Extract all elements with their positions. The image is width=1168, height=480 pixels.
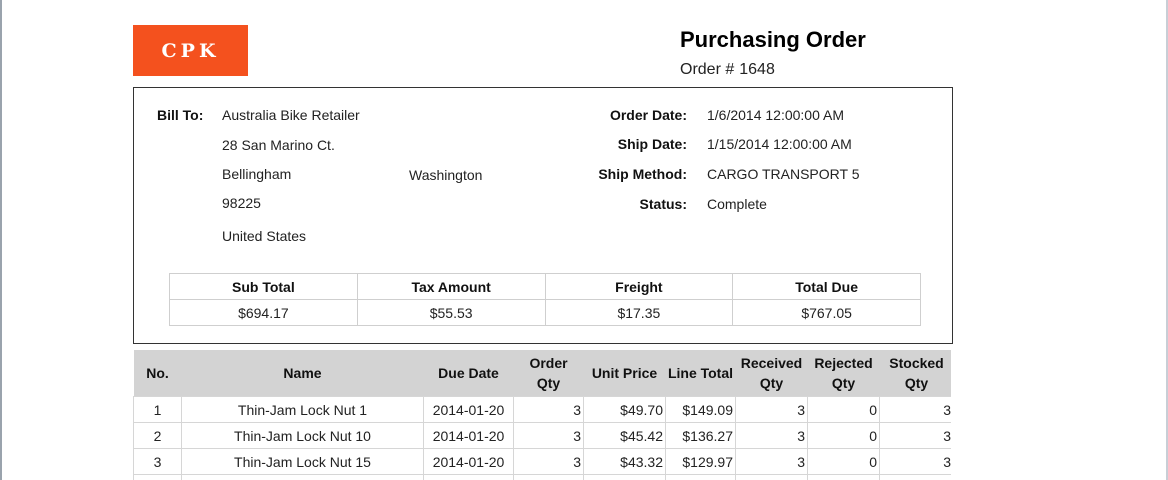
row-rejected-qty: 0 <box>807 448 880 475</box>
window-left-edge <box>0 0 2 480</box>
col-line-total-header: Line Total <box>665 350 736 397</box>
bill-to-street: 28 San Marino Ct. <box>222 137 335 153</box>
row-name <box>181 474 424 480</box>
row-received-qty: 3 <box>735 422 808 449</box>
row-unit-price <box>583 474 666 480</box>
row-order-qty: 3 <box>513 422 584 449</box>
row-due-date: 2014-01-20 <box>423 448 514 475</box>
line-items-table: No. Name Due Date Order Qty Unit Price Li… <box>133 350 951 480</box>
order-date-label: Order Date: <box>609 107 687 123</box>
row-line-total: $136.27 <box>665 422 736 449</box>
row-rejected-qty: 0 <box>807 422 880 449</box>
col-order-qty-line2: Qty <box>536 375 561 391</box>
row-received-qty <box>735 474 808 480</box>
col-received-qty-header: Received Qty <box>735 350 808 397</box>
bill-to-city: Bellingham <box>222 166 292 182</box>
freight-header: Freight <box>544 273 734 300</box>
ship-date-value: 1/15/2014 12:00:00 AM <box>707 136 852 152</box>
row-name: Thin-Jam Lock Nut 1 <box>181 396 424 423</box>
order-date-value: 1/6/2014 12:00:00 AM <box>707 107 844 123</box>
col-unit-price-header: Unit Price <box>583 350 666 397</box>
row-rejected-qty: 0 <box>807 396 880 423</box>
row-unit-price: $45.42 <box>583 422 666 449</box>
row-line-total: $129.97 <box>665 448 736 475</box>
tax-amount-value: $55.53 <box>356 299 546 326</box>
bill-to-postal: 98225 <box>222 195 261 211</box>
row-order-qty: 3 <box>513 448 584 475</box>
row-unit-price: $43.32 <box>583 448 666 475</box>
col-received-line2: Qty <box>759 375 784 391</box>
bill-to-country: United States <box>222 228 307 244</box>
bill-to-name: Australia Bike Retailer <box>222 107 360 123</box>
order-info-panel: Bill To: Australia Bike Retailer 28 San … <box>133 87 953 344</box>
row-stocked-qty: 3 <box>879 422 951 449</box>
bill-to-label: Bill To: <box>157 107 204 123</box>
col-rejected-line2: Qty <box>831 375 856 391</box>
row-due-date <box>423 474 514 480</box>
col-name-header: Name <box>181 350 424 397</box>
tax-amount-header: Tax Amount <box>356 273 546 300</box>
ship-method-label: Ship Method: <box>598 166 687 182</box>
row-rejected-qty <box>807 474 880 480</box>
line-items-header-row: No. Name Due Date Order Qty Unit Price Li… <box>133 350 951 397</box>
row-no: 1 <box>133 396 182 423</box>
col-order-qty-line1: Order <box>529 355 568 371</box>
totals-value-row: $694.17 $55.53 $17.35 $767.05 <box>169 299 921 326</box>
table-row <box>133 474 951 480</box>
totals-header-row: Sub Total Tax Amount Freight Total Due <box>169 273 921 300</box>
col-rejected-qty-header: Rejected Qty <box>807 350 880 397</box>
row-order-qty: 3 <box>513 396 584 423</box>
line-items-section: No. Name Due Date Order Qty Unit Price Li… <box>133 350 951 480</box>
table-row: 3 Thin-Jam Lock Nut 15 2014-01-20 3 $43.… <box>133 448 951 475</box>
row-line-total <box>665 474 736 480</box>
row-due-date: 2014-01-20 <box>423 396 514 423</box>
sub-total-value: $694.17 <box>169 299 358 326</box>
order-number-label: Order # <box>680 61 735 78</box>
table-row: 2 Thin-Jam Lock Nut 10 2014-01-20 3 $45.… <box>133 422 951 449</box>
row-order-qty <box>513 474 584 480</box>
row-received-qty: 3 <box>735 448 808 475</box>
status-label: Status: <box>639 196 687 212</box>
company-logo: CPK <box>133 25 248 76</box>
freight-value: $17.35 <box>544 299 734 326</box>
row-unit-price: $49.70 <box>583 396 666 423</box>
totals-table: Sub Total Tax Amount Freight Total Due $… <box>169 273 921 326</box>
order-number: Order #1648 <box>680 61 780 79</box>
col-stocked-qty-header: Stocked Qty <box>879 350 951 397</box>
row-name: Thin-Jam Lock Nut 10 <box>181 422 424 449</box>
sub-total-header: Sub Total <box>169 273 358 300</box>
total-due-value: $767.05 <box>732 299 921 326</box>
row-no: 3 <box>133 448 182 475</box>
row-no: 2 <box>133 422 182 449</box>
total-due-header: Total Due <box>732 273 921 300</box>
col-stocked-line1: Stocked <box>889 355 944 371</box>
order-number-value: 1648 <box>739 61 775 78</box>
col-received-line1: Received <box>740 355 803 371</box>
col-rejected-line1: Rejected <box>814 355 873 371</box>
row-received-qty: 3 <box>735 396 808 423</box>
col-order-qty-header: Order Qty <box>513 350 584 397</box>
table-row: 1 Thin-Jam Lock Nut 1 2014-01-20 3 $49.7… <box>133 396 951 423</box>
row-line-total: $149.09 <box>665 396 736 423</box>
status-value: Complete <box>707 196 767 212</box>
row-stocked-qty: 3 <box>879 396 951 423</box>
bill-to-state: Washington <box>409 167 483 183</box>
col-no-header: No. <box>133 350 182 397</box>
col-due-date-header: Due Date <box>423 350 514 397</box>
ship-date-label: Ship Date: <box>617 136 687 152</box>
page-title: Purchasing Order <box>680 27 866 52</box>
col-stocked-line2: Qty <box>904 375 929 391</box>
row-stocked-qty <box>879 474 951 480</box>
row-stocked-qty: 3 <box>879 448 951 475</box>
row-due-date: 2014-01-20 <box>423 422 514 449</box>
row-name: Thin-Jam Lock Nut 15 <box>181 448 424 475</box>
row-no <box>133 474 182 480</box>
ship-method-value: CARGO TRANSPORT 5 <box>707 166 860 182</box>
